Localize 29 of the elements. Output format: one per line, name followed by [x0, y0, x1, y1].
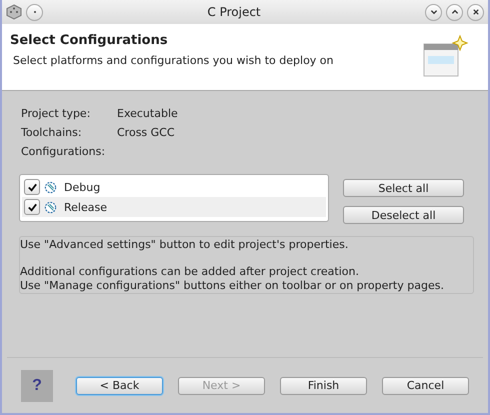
minimize-button[interactable]	[425, 4, 442, 20]
field-label: Configurations:	[21, 145, 106, 158]
field-value: Executable	[117, 107, 179, 120]
configuration-name: Debug	[64, 180, 100, 194]
wizard-button[interactable]: Finish	[280, 376, 367, 394]
field-label: Project type:	[21, 107, 92, 120]
list-button[interactable]: Deselect all	[343, 206, 464, 224]
wizard-button[interactable]: < Back	[76, 376, 163, 394]
page-description: Select platforms and configurations you wish to deploy on	[12, 54, 335, 67]
checkbox[interactable]	[24, 199, 40, 215]
list-button[interactable]: Select all	[343, 179, 464, 197]
checkmark-icon	[26, 202, 38, 212]
page-title: Select Configurations	[10, 33, 169, 48]
checkmark-icon	[26, 182, 38, 192]
message-text: Additional configurations can be added after project creation.	[20, 265, 360, 279]
help-button[interactable]: ?	[21, 370, 53, 402]
wizard-button[interactable]: Cancel	[382, 376, 469, 394]
field-value: Cross GCC	[117, 126, 176, 139]
message-text: Use "Manage configurations" buttons either on toolbar or on property pages.	[20, 279, 445, 293]
configuration-item[interactable]: Release	[22, 197, 326, 217]
close-button[interactable]	[467, 4, 484, 20]
cube-icon	[6, 4, 22, 20]
maximize-button[interactable]	[446, 4, 463, 20]
checkbox[interactable]	[24, 179, 40, 195]
configuration-item[interactable]: Debug	[22, 177, 326, 197]
configuration-name: Release	[64, 200, 107, 214]
message-text: Use "Advanced settings" button to edit project's properties.	[20, 238, 350, 252]
window-title: C Project	[206, 5, 262, 19]
field-label: Toolchains:	[21, 126, 83, 139]
